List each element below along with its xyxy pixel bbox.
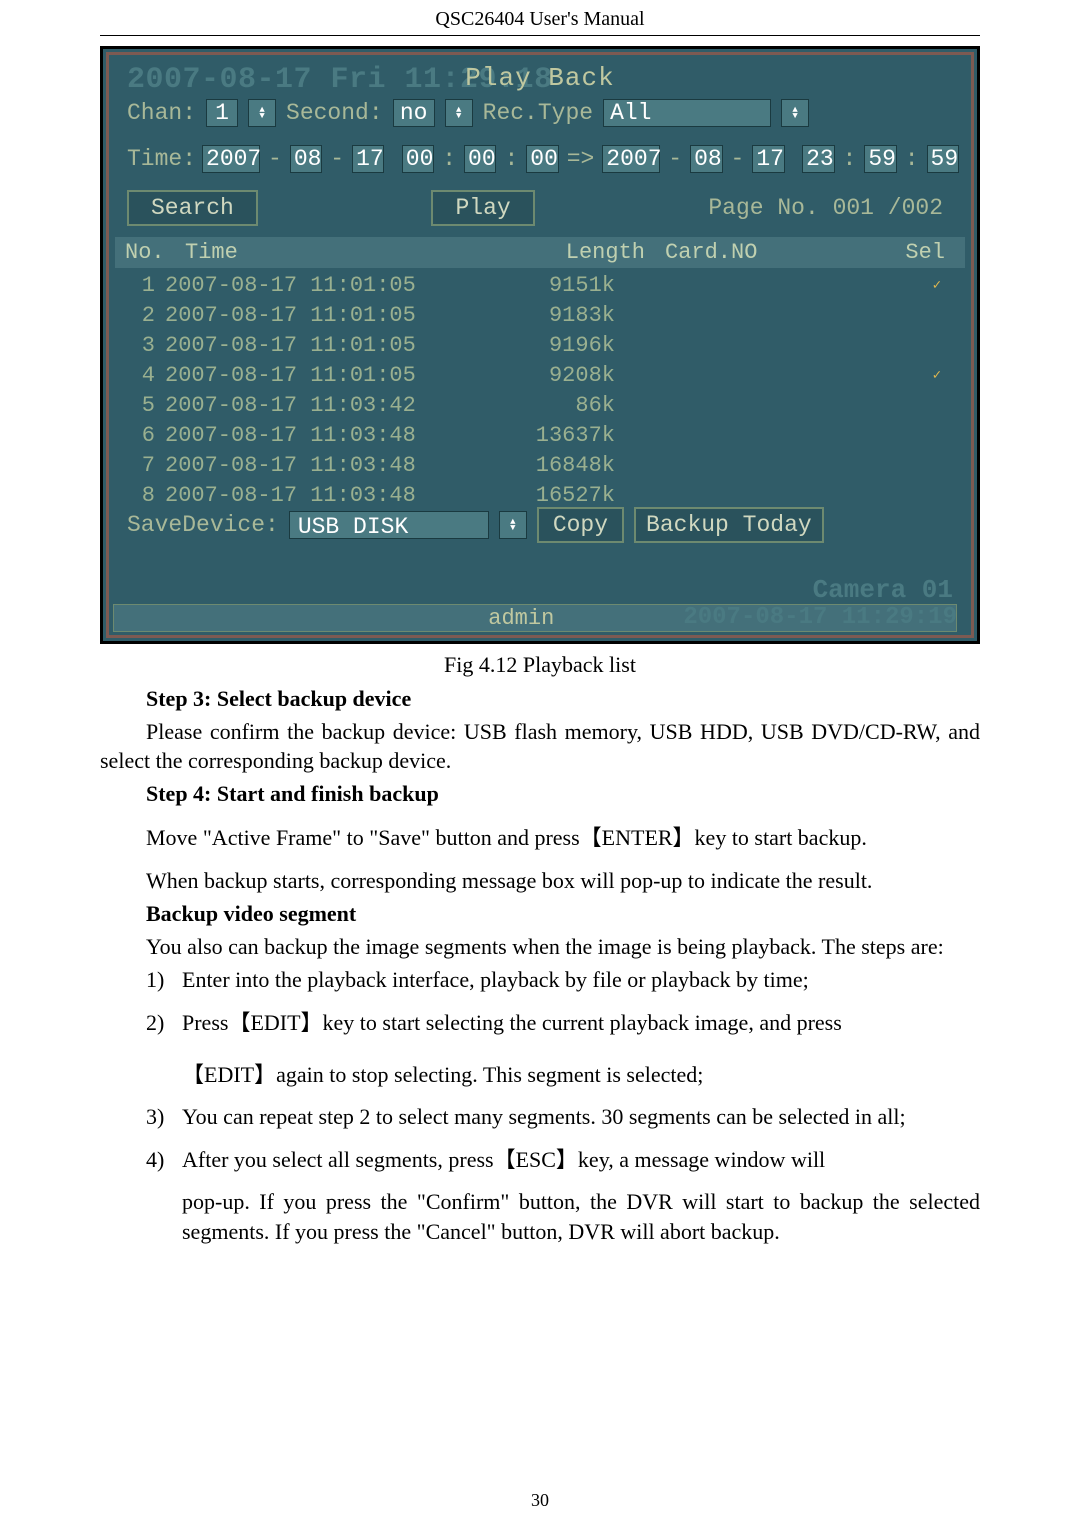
time-from-mm[interactable]: 00 — [464, 145, 496, 173]
time-to-ss[interactable]: 59 — [927, 145, 959, 173]
savedevice-spinner[interactable] — [499, 511, 527, 539]
time-arrow: => — [565, 146, 597, 172]
search-button[interactable]: Search — [127, 190, 258, 226]
time-from-month[interactable]: 08 — [290, 145, 322, 173]
col-sel: Sel — [865, 240, 955, 265]
table-row[interactable]: 42007-08-17 11:01:059208k✓ — [119, 361, 961, 391]
rectype-input[interactable]: All — [603, 99, 771, 127]
step3-heading: Step 3: Select backup device — [100, 684, 980, 714]
step-item-3: 3)You can repeat step 2 to select many s… — [146, 1102, 980, 1132]
time-to-day[interactable]: 17 — [752, 145, 784, 173]
time-to-year[interactable]: 2007 — [602, 145, 660, 173]
step-item-1: 1)Enter into the playback interface, pla… — [146, 965, 980, 995]
time-label: Time: — [127, 146, 196, 172]
table-row[interactable]: 22007-08-17 11:01:059183k — [119, 301, 961, 331]
figure-caption: Fig 4.12 Playback list — [0, 652, 1080, 678]
chan-spinner[interactable] — [248, 99, 276, 127]
time-from-hh[interactable]: 00 — [402, 145, 434, 173]
chan-label: Chan: — [127, 100, 196, 126]
rectype-label: Rec.Type — [483, 100, 593, 126]
second-spinner[interactable] — [445, 99, 473, 127]
table-row[interactable]: 12007-08-17 11:01:059151k✓ — [119, 271, 961, 301]
page-number: 30 — [0, 1490, 1080, 1511]
table-row[interactable]: 72007-08-17 11:03:4816848k — [119, 451, 961, 481]
dvr-playback-screen: 2007-08-17 Fri 11:29:18 Play Back Chan: … — [100, 46, 980, 644]
step3-text: Please confirm the backup device: USB fl… — [100, 717, 980, 776]
dialog-title: Play Back — [109, 63, 971, 93]
backup-today-button[interactable]: Backup Today — [634, 507, 824, 543]
col-no: No. — [125, 240, 185, 265]
step4-text1: Move "Active Frame" to "Save" button and… — [100, 823, 980, 853]
col-length: Length — [485, 240, 665, 265]
second-label: Second: — [286, 100, 383, 126]
status-user: admin — [488, 606, 554, 631]
time-from-year[interactable]: 2007 — [202, 145, 260, 173]
time-to-mm[interactable]: 59 — [864, 145, 896, 173]
table-row[interactable]: 32007-08-17 11:01:059196k — [119, 331, 961, 361]
status-timestamp: 2007-08-17 11:29:19 — [683, 604, 957, 631]
copy-button[interactable]: Copy — [537, 507, 624, 543]
col-time: Time — [185, 240, 485, 265]
rectype-spinner[interactable] — [781, 99, 809, 127]
page-header: QSC26404 User's Manual — [100, 0, 980, 36]
bvs-heading: Backup video segment — [100, 899, 980, 929]
play-button[interactable]: Play — [431, 190, 534, 226]
savedevice-label: SaveDevice: — [127, 512, 279, 538]
step4-text2: When backup starts, corresponding messag… — [100, 866, 980, 896]
camera-label: Camera 01 — [813, 575, 953, 605]
savedevice-select[interactable]: USB DISK — [289, 511, 489, 539]
time-to-hh[interactable]: 23 — [802, 145, 834, 173]
step-item-2b: 【EDIT】again to stop selecting. This segm… — [182, 1060, 980, 1090]
second-input[interactable]: no — [393, 99, 435, 127]
time-to-month[interactable]: 08 — [690, 145, 722, 173]
time-from-day[interactable]: 17 — [352, 145, 384, 173]
step-item-4b: pop-up. If you press the "Confirm" butto… — [182, 1187, 980, 1246]
recording-list[interactable]: 12007-08-17 11:01:059151k✓22007-08-17 11… — [119, 271, 961, 511]
col-cardno: Card.NO — [665, 240, 865, 265]
bvs-text: You also can backup the image segments w… — [100, 932, 980, 962]
chan-input[interactable]: 1 — [206, 99, 238, 127]
table-row[interactable]: 52007-08-17 11:03:4286k — [119, 391, 961, 421]
step-item-2: 2)Press【EDIT】key to start selecting the … — [146, 1008, 980, 1038]
document-body: Step 3: Select backup device Please conf… — [100, 684, 980, 1246]
table-row[interactable]: 62007-08-17 11:03:4813637k — [119, 421, 961, 451]
time-from-ss[interactable]: 00 — [526, 145, 558, 173]
page-info: Page No. 001 /002 — [708, 195, 943, 221]
list-header: No. Time Length Card.NO Sel — [115, 237, 965, 268]
step-item-4: 4)After you select all segments, press【E… — [146, 1145, 980, 1175]
step4-heading: Step 4: Start and finish backup — [100, 779, 980, 809]
